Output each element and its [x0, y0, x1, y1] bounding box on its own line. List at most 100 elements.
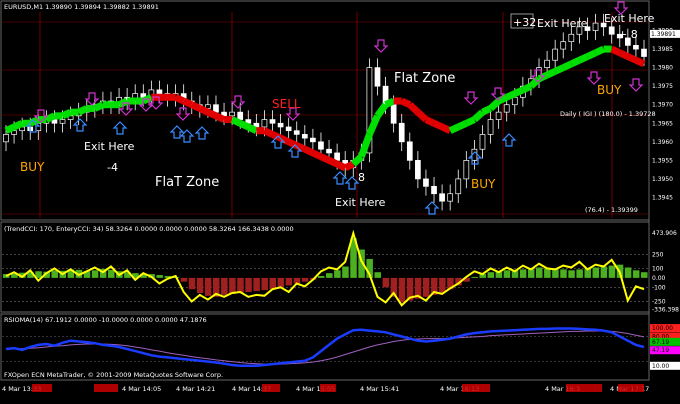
ma-segment — [44, 112, 56, 123]
candle-body — [503, 104, 510, 113]
candle-body — [406, 141, 413, 161]
price-tick-label: 1.3985 — [652, 46, 673, 53]
candle-body — [318, 141, 324, 150]
ma-segment — [384, 97, 396, 108]
ma-segment — [343, 160, 355, 171]
cci-bar — [237, 277, 244, 293]
candle-body — [511, 96, 518, 106]
ma-segment — [626, 53, 638, 64]
exit-label-1: Exit Here — [84, 140, 135, 153]
cci-bar — [196, 277, 204, 293]
time-highlight — [618, 384, 644, 392]
price-highlight-label: 1.39891 — [651, 31, 676, 38]
rsi-tick-label: 47.19 — [652, 347, 669, 354]
exit-label-3: Exit Here — [537, 17, 588, 30]
cci-bar — [245, 277, 252, 293]
buy-label-3: BUY — [597, 83, 622, 97]
cci-bar — [221, 277, 228, 295]
cci-bar — [229, 277, 236, 294]
cci-bar — [560, 269, 567, 278]
cci-bar — [188, 277, 196, 290]
candle-body — [326, 148, 332, 154]
ma-segment — [198, 105, 210, 116]
time-highlight — [566, 384, 602, 392]
candle-body — [552, 48, 559, 61]
cci-bar — [487, 272, 495, 278]
cci-bar — [342, 266, 349, 278]
time-highlight — [94, 384, 118, 392]
buy-label-2: BUY — [471, 177, 496, 191]
ma-segment — [577, 53, 589, 64]
cci-bar — [317, 275, 325, 278]
candle-body — [301, 134, 308, 139]
ma-segment — [262, 127, 274, 138]
candle-body — [310, 137, 316, 143]
cci-bar — [576, 269, 583, 278]
cci-bar — [641, 272, 648, 278]
candle-body — [463, 160, 470, 180]
cci-bar — [107, 269, 115, 278]
ma-segment — [553, 64, 565, 75]
cci-bar — [374, 272, 381, 278]
candle-body — [3, 134, 9, 143]
candle-body — [479, 134, 486, 150]
candle-body — [487, 119, 494, 135]
ma-segment — [545, 68, 557, 79]
ma-segment — [327, 157, 339, 168]
ma-segment — [400, 97, 412, 108]
rsi-tick-label: 10.00 — [652, 363, 669, 370]
ma-segment — [424, 116, 436, 127]
trading-chart: 1.39901.39851.39801.39751.39701.39651.39… — [0, 0, 680, 404]
ma-segment — [586, 49, 598, 60]
ma-segment — [481, 105, 493, 116]
rsi-tick-label: 67.19 — [652, 339, 669, 346]
cci-bar — [301, 277, 309, 282]
price-tick-label: 1.3950 — [652, 176, 673, 183]
symbol-header: EURUSD,M1 1.39890 1.39894 1.39882 1.3989… — [4, 3, 159, 11]
cci-bar — [519, 269, 527, 278]
ma-segment — [206, 108, 218, 120]
time-highlight — [320, 384, 336, 392]
sell-label: SELL — [272, 97, 301, 111]
cci-bar — [544, 268, 551, 278]
time-highlight — [32, 384, 52, 392]
flat-zone-label-1: FlaT Zone — [155, 175, 219, 190]
rsi-header: RSIOMA(14) 67.1912 0.0000 -10.0000 0.000… — [4, 316, 207, 324]
ma-segment — [505, 90, 517, 101]
cci-bar — [156, 275, 163, 278]
ma-segment — [634, 57, 646, 68]
flat-zone-label-2: Flat Zone — [394, 71, 455, 86]
cci-bar — [600, 266, 608, 278]
cci-tick-label: -100 — [652, 284, 666, 291]
candle-body — [374, 67, 381, 87]
candle-body — [592, 22, 599, 31]
ma-segment — [311, 149, 323, 160]
cci-tick-label: -336.398 — [652, 307, 679, 314]
cci-bar — [269, 277, 277, 290]
price-tick-label: 1.3960 — [652, 139, 673, 146]
range-level-label: (76.4) - 1.39399 — [585, 206, 638, 214]
ma-segment — [319, 153, 331, 164]
ma-segment — [4, 123, 16, 134]
cci-tick-label: 473.906 — [652, 230, 677, 237]
cci-bar — [51, 270, 58, 278]
candle-body — [334, 152, 340, 161]
cci-bar — [624, 267, 632, 278]
ma-segment — [61, 108, 73, 120]
time-highlight — [262, 384, 280, 392]
cci-bar — [568, 270, 575, 278]
time-tick-label: 4 Mar 14:05 — [122, 385, 161, 393]
cci-bar — [503, 270, 511, 278]
ma-segment — [174, 94, 186, 105]
ma-segment — [230, 116, 242, 127]
daily-level-label: Daily ( IGI ) (180.0) - 1.39728 — [560, 110, 656, 118]
candle-body — [213, 104, 219, 113]
cci-bar — [326, 273, 333, 278]
candle-body — [415, 160, 421, 180]
cci-bar — [261, 277, 268, 291]
cci-bar — [204, 277, 212, 296]
ma-segment — [594, 45, 606, 56]
cci-bar — [471, 276, 478, 278]
price-tick-label: 1.3945 — [652, 194, 673, 201]
cci-bar — [382, 277, 390, 288]
